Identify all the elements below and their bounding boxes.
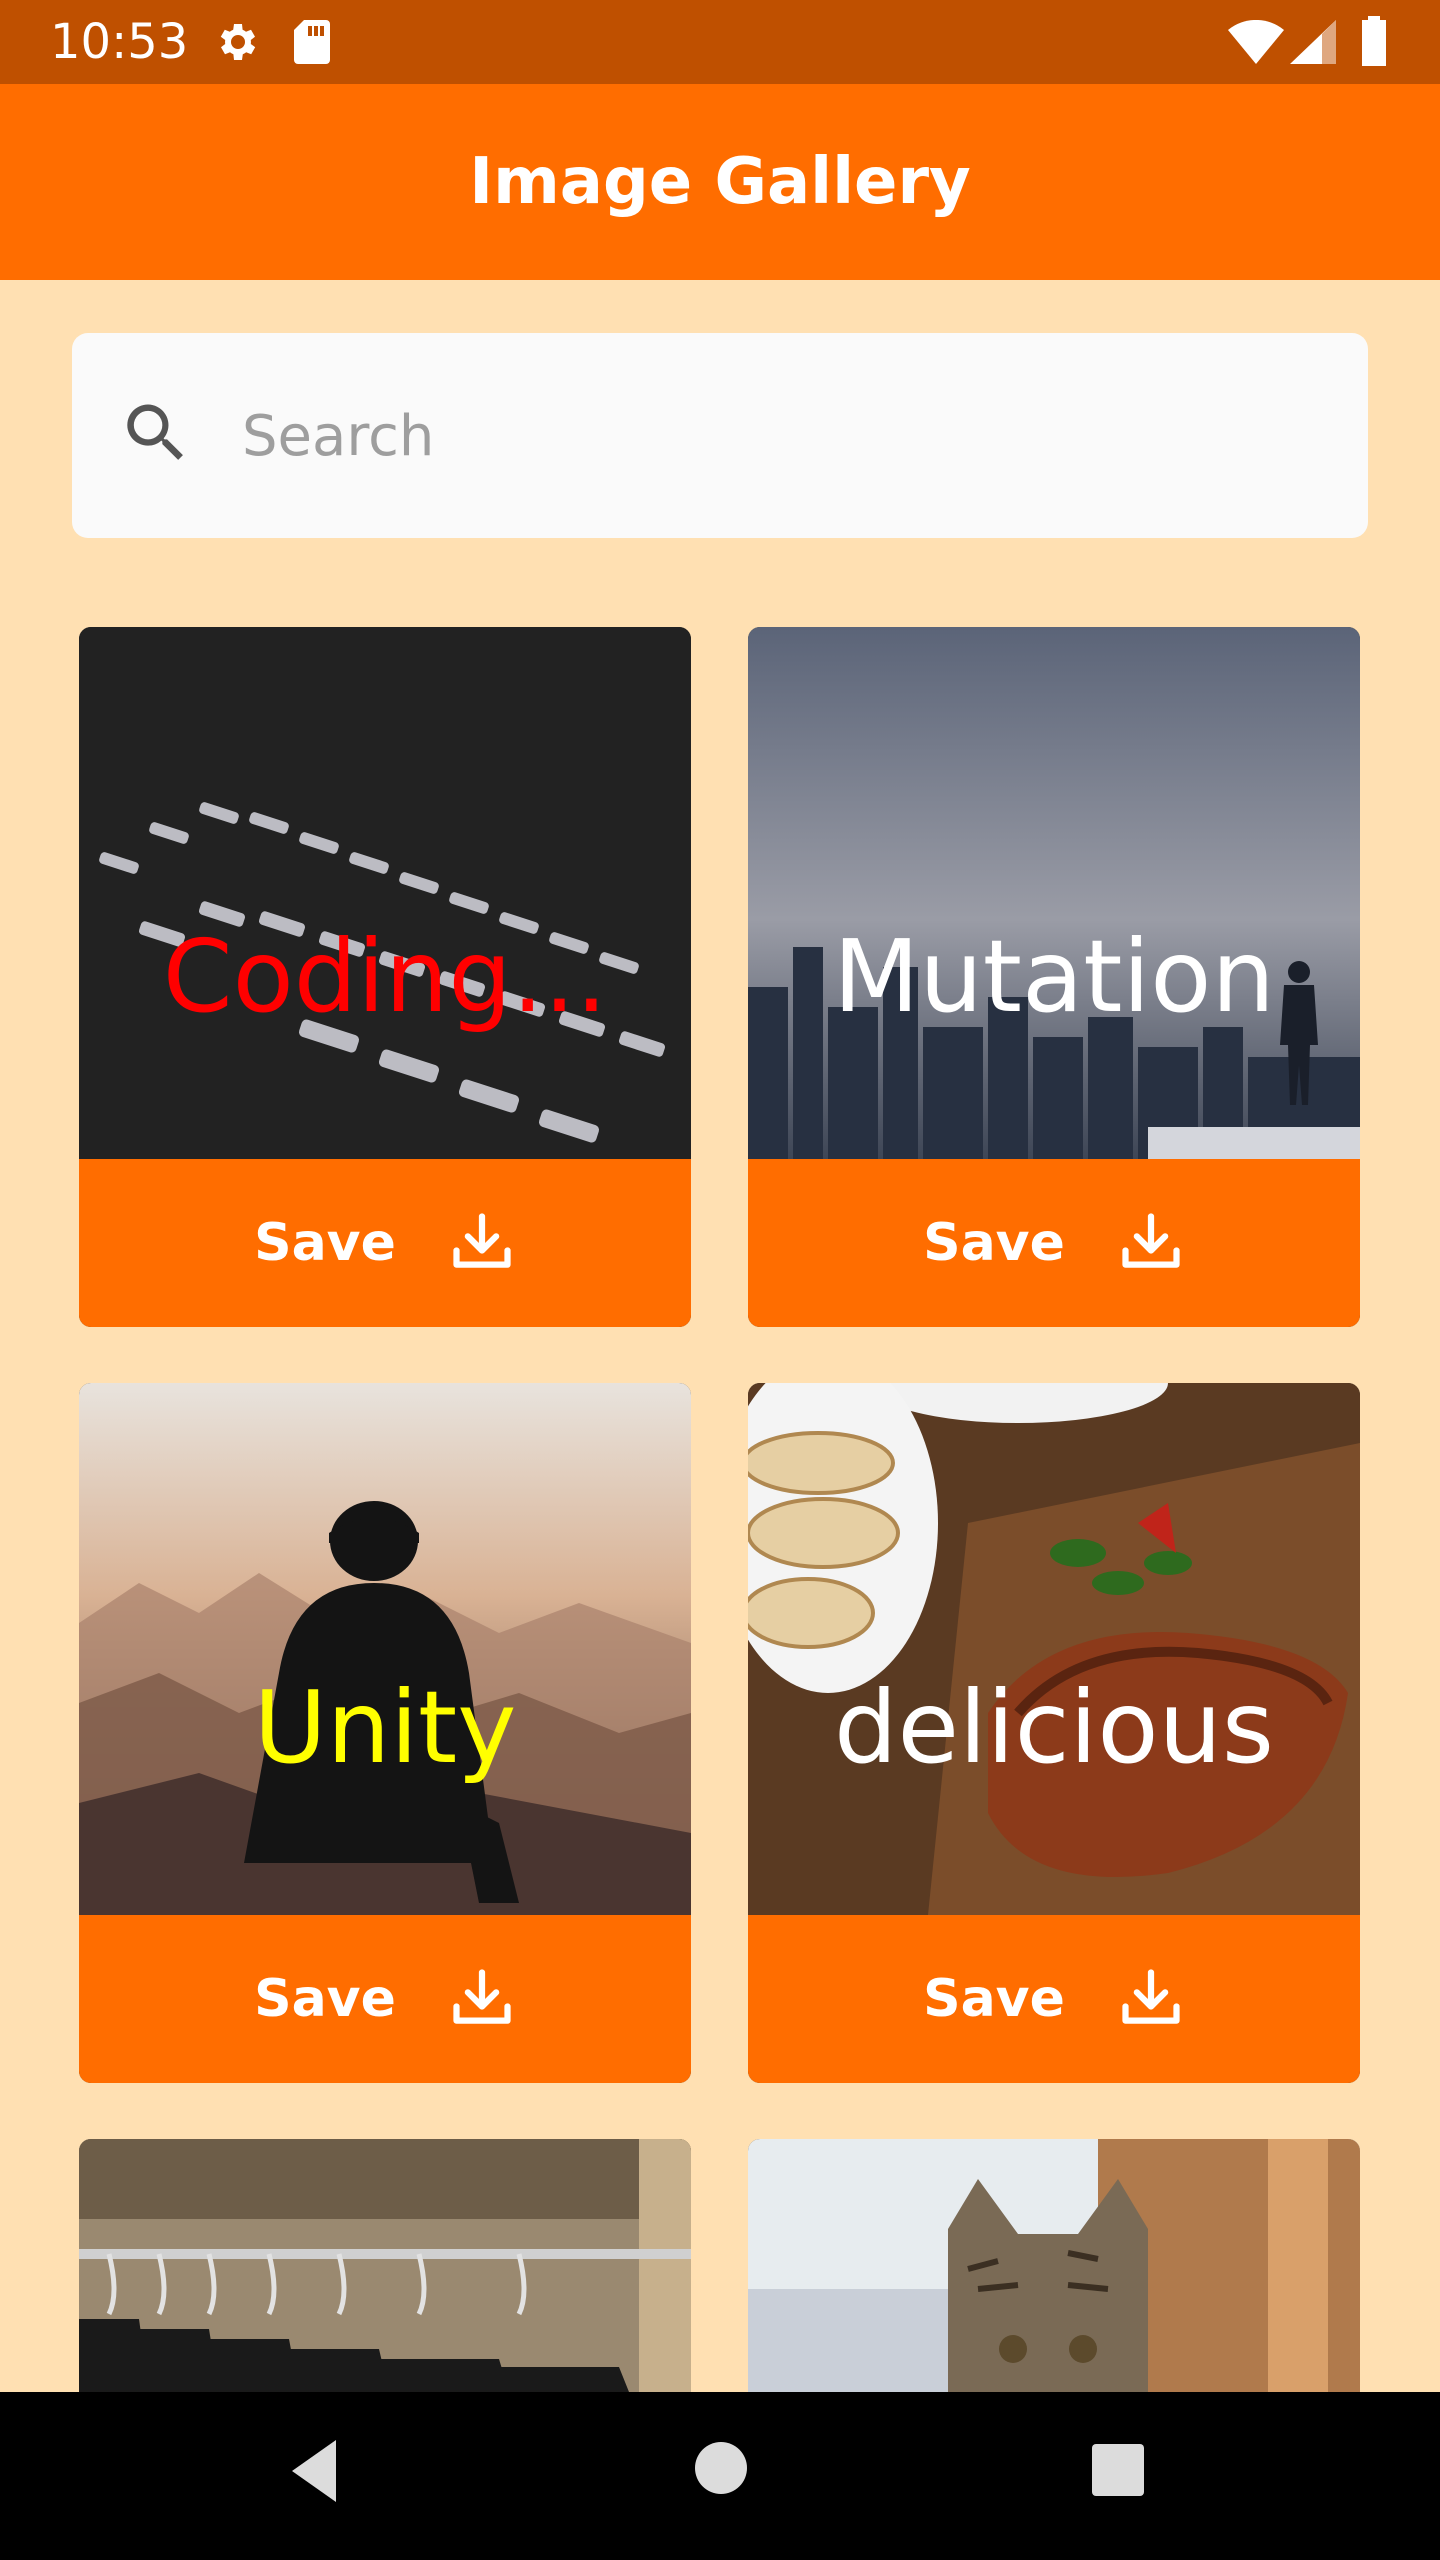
card-caption: Coding... — [162, 918, 608, 1035]
download-icon — [448, 1964, 516, 2035]
page-title: Image Gallery — [469, 145, 971, 219]
city-skyline-photo — [748, 627, 1360, 1159]
gallery-card: Mutation Save — [748, 627, 1360, 1327]
wifi-icon — [1228, 19, 1284, 69]
system-nav-bar — [0, 2392, 1440, 2560]
sd-card-icon — [290, 18, 334, 71]
gallery-card — [79, 2139, 691, 2392]
card-caption: delicious — [834, 1669, 1274, 1786]
download-icon — [1117, 1964, 1185, 2035]
save-button[interactable]: Save — [79, 1159, 691, 1327]
recents-icon[interactable] — [1090, 2442, 1146, 2503]
save-label: Save — [254, 1213, 396, 1273]
gallery-card: Unity Save — [79, 1383, 691, 2083]
keyboard-photo — [79, 627, 691, 1159]
download-icon — [448, 1208, 516, 1279]
status-bar: 10:53 — [0, 0, 1440, 84]
search-icon — [118, 395, 194, 476]
gallery-card — [748, 2139, 1360, 2392]
settings-icon — [212, 18, 260, 71]
download-icon — [1117, 1208, 1185, 1279]
status-time: 10:53 — [50, 14, 189, 70]
gallery-card: Coding... Save — [79, 627, 691, 1327]
kitten-photo — [748, 2139, 1360, 2392]
signal-icon — [1290, 20, 1336, 69]
steak-bread-photo — [748, 1383, 1360, 1915]
card-caption: Unity — [253, 1669, 517, 1786]
save-button[interactable]: Save — [748, 1915, 1360, 2083]
battery-icon — [1360, 16, 1388, 71]
back-icon[interactable] — [284, 2436, 344, 2511]
save-button[interactable]: Save — [748, 1159, 1360, 1327]
save-label: Save — [254, 1969, 396, 2029]
save-button[interactable]: Save — [79, 1915, 691, 2083]
gallery-card: delicious Save — [748, 1383, 1360, 2083]
clothes-hangers-photo — [79, 2139, 691, 2392]
person-mountains-photo — [79, 1383, 691, 1915]
card-caption: Mutation — [833, 918, 1275, 1035]
home-icon[interactable] — [693, 2440, 749, 2501]
save-label: Save — [923, 1213, 1065, 1273]
save-label: Save — [923, 1969, 1065, 2029]
search-input[interactable] — [240, 390, 1324, 482]
app-bar: Image Gallery — [0, 84, 1440, 280]
